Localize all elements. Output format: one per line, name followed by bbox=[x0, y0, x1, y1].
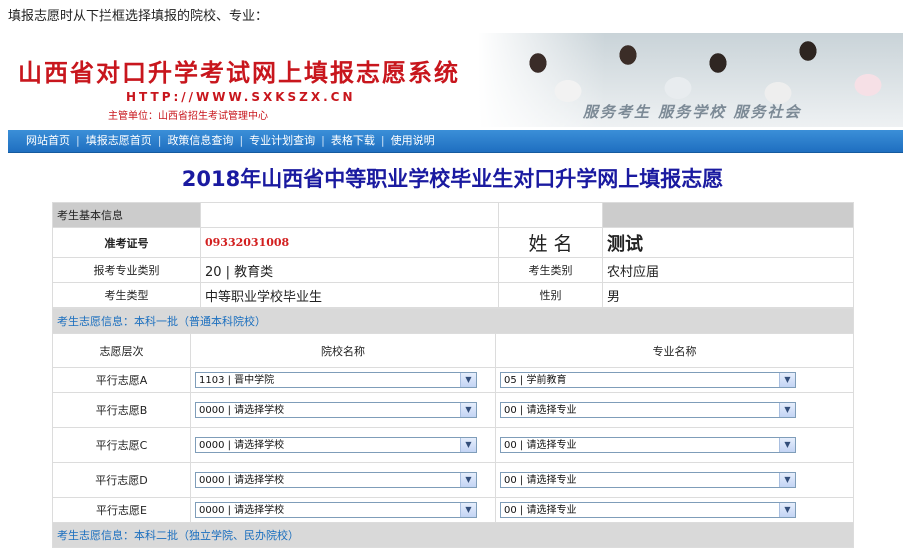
basic-info-table: 考生基本信息 准考证号 09332031008 姓 名 测试 报考专业类别 20… bbox=[52, 202, 854, 308]
choice-row: 平行志愿E 0000 | 请选择学校 ▼ 00 | 请选择专业 ▼ bbox=[52, 497, 855, 523]
col-level-header: 志愿层次 bbox=[52, 333, 191, 368]
site-slogan: 服务考生 服务学校 服务社会 bbox=[583, 103, 802, 121]
col-major-header: 专业名称 bbox=[494, 333, 855, 368]
chevron-down-icon: ▼ bbox=[460, 403, 476, 417]
major-select[interactable]: 00 | 请选择专业 ▼ bbox=[500, 472, 796, 488]
major-category-value: 20 | 教育类 bbox=[200, 257, 499, 283]
chevron-down-icon: ▼ bbox=[779, 438, 795, 452]
gender-label: 性别 bbox=[498, 282, 603, 308]
site-banner: 山西省对口升学考试网上填报志愿系统 HTTP://WWW.SXKSZX.CN 主… bbox=[8, 33, 903, 127]
exam-no-label: 准考证号 bbox=[52, 227, 201, 258]
school-select[interactable]: 0000 | 请选择学校 ▼ bbox=[195, 402, 477, 418]
batch1-table: 考生志愿信息：本科一批（普通本科院校） 志愿层次 院校名称 专业名称 平行志愿A… bbox=[51, 308, 855, 548]
chevron-down-icon: ▼ bbox=[779, 373, 795, 387]
gender-value: 男 bbox=[602, 282, 854, 308]
major-select[interactable]: 00 | 请选择专业 ▼ bbox=[500, 402, 796, 418]
chevron-down-icon: ▼ bbox=[460, 473, 476, 487]
choice-row: 平行志愿B 0000 | 请选择学校 ▼ 00 | 请选择专业 ▼ bbox=[52, 392, 855, 428]
exam-no-value: 09332031008 bbox=[200, 227, 499, 258]
nav-home[interactable]: 网站首页 bbox=[8, 130, 76, 152]
choice-row: 平行志愿C 0000 | 请选择学校 ▼ 00 | 请选择专业 ▼ bbox=[52, 427, 855, 463]
chevron-down-icon: ▼ bbox=[779, 503, 795, 517]
school-select[interactable]: 0000 | 请选择学校 ▼ bbox=[195, 472, 477, 488]
site-url: HTTP://WWW.SXKSZX.CN bbox=[126, 90, 356, 104]
nav-policy[interactable]: 政策信息查询 bbox=[161, 130, 239, 152]
major-category-label: 报考专业类别 bbox=[52, 257, 201, 283]
choice-level: 平行志愿E bbox=[52, 497, 191, 523]
student-type-label: 考生类型 bbox=[52, 282, 201, 308]
chevron-down-icon: ▼ bbox=[779, 403, 795, 417]
student-category-value: 农村应届 bbox=[602, 257, 854, 283]
name-label: 姓 名 bbox=[498, 227, 603, 258]
major-select[interactable]: 00 | 请选择专业 ▼ bbox=[500, 437, 796, 453]
site-title: 山西省对口升学考试网上填报志愿系统 bbox=[18, 59, 460, 87]
choice-level: 平行志愿D bbox=[52, 462, 191, 498]
form-area: 考生基本信息 准考证号 09332031008 姓 名 测试 报考专业类别 20… bbox=[51, 202, 855, 548]
major-select[interactable]: 05 | 学前教育 ▼ bbox=[500, 372, 796, 388]
chevron-down-icon: ▼ bbox=[779, 473, 795, 487]
section-batch1: 考生志愿信息：本科一批（普通本科院校） bbox=[51, 308, 855, 334]
student-category-label: 考生类别 bbox=[498, 257, 603, 283]
student-type-value: 中等职业学校毕业生 bbox=[200, 282, 499, 308]
section-batch2: 考生志愿信息：本科二批（独立学院、民办院校） bbox=[51, 522, 855, 548]
choice-row: 平行志愿D 0000 | 请选择学校 ▼ 00 | 请选择专业 ▼ bbox=[52, 462, 855, 498]
page-title: 2018年山西省中等职业学校毕业生对口升学网上填报志愿 bbox=[181, 167, 724, 191]
section-basic-info: 考生基本信息 bbox=[52, 202, 201, 228]
nav-plan[interactable]: 专业计划查询 bbox=[243, 130, 321, 152]
chevron-down-icon: ▼ bbox=[460, 438, 476, 452]
col-school-header: 院校名称 bbox=[190, 333, 496, 368]
choice-level: 平行志愿C bbox=[52, 427, 191, 463]
choice-level: 平行志愿A bbox=[52, 367, 191, 393]
nav-bar: 网站首页 | 填报志愿首页 | 政策信息查询 | 专业计划查询 | 表格下载 |… bbox=[8, 130, 903, 153]
instruction-text: 填报志愿时从下拦框选择填报的院校、专业： bbox=[8, 9, 269, 24]
site-org: 主管单位：山西省招生考试管理中心 bbox=[108, 111, 268, 122]
school-select[interactable]: 0000 | 请选择学校 ▼ bbox=[195, 437, 477, 453]
name-value: 测试 bbox=[602, 227, 854, 258]
nav-download[interactable]: 表格下载 bbox=[325, 130, 381, 152]
school-select[interactable]: 1103 | 晋中学院 ▼ bbox=[195, 372, 477, 388]
nav-help[interactable]: 使用说明 bbox=[385, 130, 441, 152]
chevron-down-icon: ▼ bbox=[460, 503, 476, 517]
major-select[interactable]: 00 | 请选择专业 ▼ bbox=[500, 502, 796, 518]
choice-row: 平行志愿A 1103 | 晋中学院 ▼ 05 | 学前教育 ▼ bbox=[52, 367, 855, 393]
chevron-down-icon: ▼ bbox=[460, 373, 476, 387]
nav-fill-home[interactable]: 填报志愿首页 bbox=[80, 130, 158, 152]
choice-level: 平行志愿B bbox=[52, 392, 191, 428]
school-select[interactable]: 0000 | 请选择学校 ▼ bbox=[195, 502, 477, 518]
